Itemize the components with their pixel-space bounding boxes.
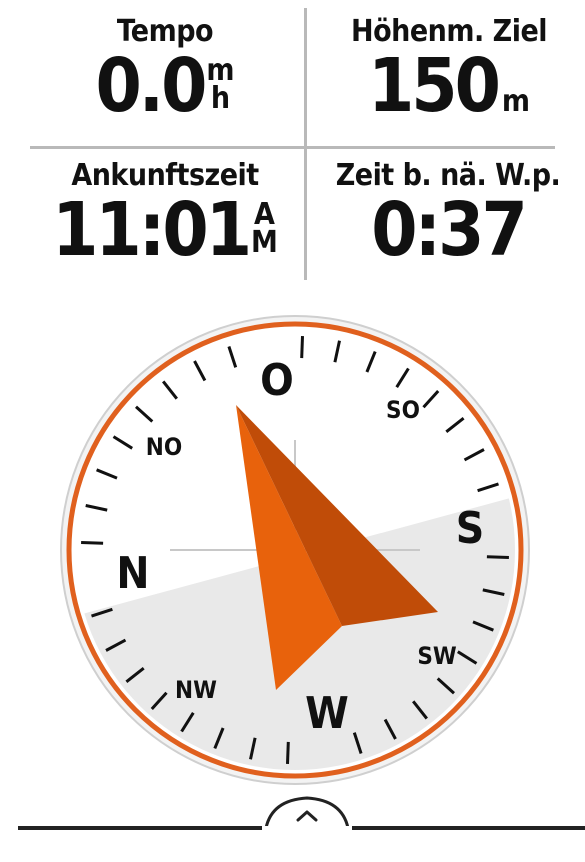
field-hoehenmeter-ziel[interactable]: Höhenm. Ziel 150 m [318, 14, 580, 123]
field-value: 0:37 [312, 193, 584, 267]
compass-tick [81, 541, 104, 545]
intercardinal-ne: NO [146, 433, 182, 461]
compass-tick [486, 555, 509, 559]
compass-tick [300, 336, 304, 359]
time-to-waypoint-value: 0:37 [371, 187, 528, 273]
cardinal-south: S [456, 503, 485, 554]
page-handle[interactable] [262, 786, 352, 846]
cardinal-west: W [305, 688, 349, 739]
cardinal-east: O [260, 355, 294, 406]
elevation-value: 150 [367, 43, 501, 129]
speed-value: 0.0 [95, 43, 207, 129]
compass[interactable]: O S W N NO SO SW NW [0, 300, 585, 800]
grid-divider-horizontal [30, 146, 555, 149]
intercardinal-sw: SW [417, 642, 457, 670]
field-value: 0.0 m h [50, 49, 280, 123]
grid-divider-vertical [304, 8, 307, 280]
field-ankunftszeit[interactable]: Ankunftszeit 11:01 A M [30, 158, 300, 267]
arrival-time-ampm: AM [251, 197, 278, 260]
cardinal-north: N [116, 548, 149, 599]
speed-unit: mh [206, 53, 235, 116]
field-zeit-naechster-wegpunkt[interactable]: Zeit b. nä. W.p. 0:37 [312, 158, 584, 267]
intercardinal-nw: NW [175, 676, 217, 704]
field-value: 11:01 A M [30, 193, 300, 267]
intercardinal-se: SO [386, 396, 420, 424]
compass-tick [286, 741, 290, 764]
arrival-time-value: 11:01 [52, 187, 252, 273]
field-value: 150 m [318, 49, 580, 123]
elevation-unit: m [501, 84, 531, 119]
field-tempo[interactable]: Tempo 0.0 m h [50, 14, 280, 123]
